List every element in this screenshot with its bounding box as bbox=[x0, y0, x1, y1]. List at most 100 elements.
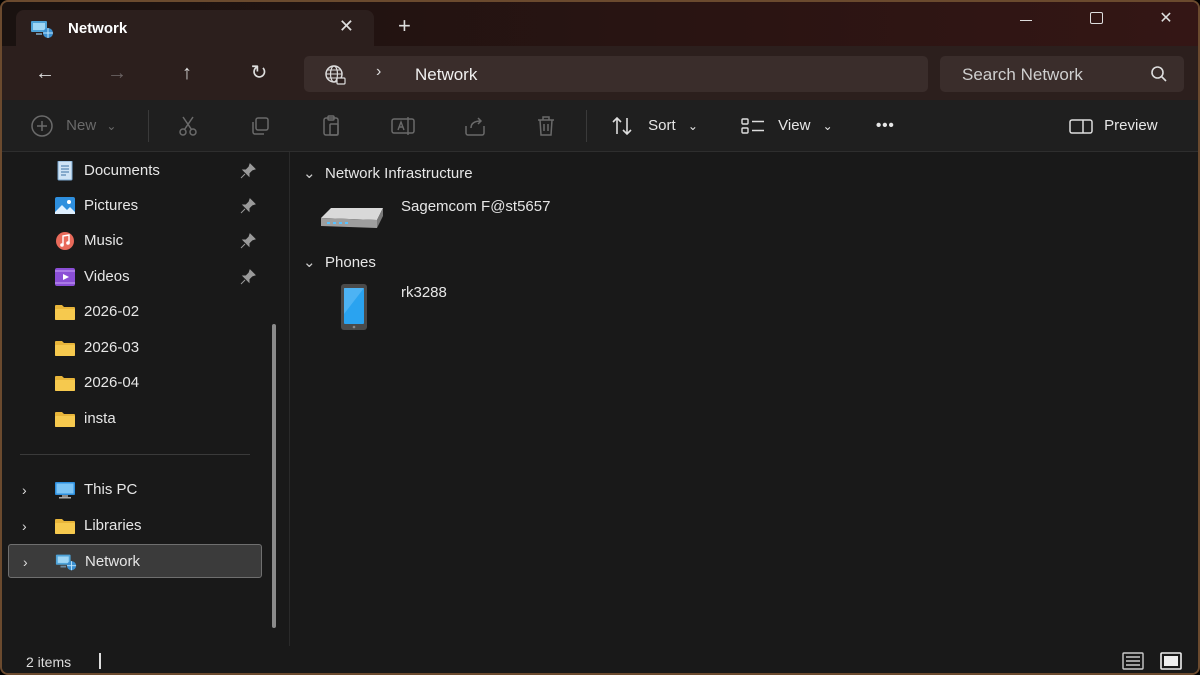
sidebar-item-libraries[interactable]: › Libraries bbox=[2, 509, 262, 543]
item-name: Sagemcom F@st5657 bbox=[401, 198, 551, 215]
sidebar-scrollbar[interactable] bbox=[272, 324, 276, 628]
command-bar: New ⌄ Sort ⌄ View ⌄ ••• Preview bbox=[2, 100, 1198, 152]
sidebar-item-label: insta bbox=[84, 410, 116, 427]
sidebar-item-label: 2026-04 bbox=[84, 374, 140, 391]
scissors-icon bbox=[179, 116, 197, 136]
status-divider bbox=[99, 653, 101, 669]
videos-icon bbox=[55, 268, 75, 286]
search-placeholder: Search Network bbox=[962, 65, 1083, 84]
group-header-label: Network Infrastructure bbox=[325, 165, 473, 182]
toolbar-divider bbox=[586, 110, 587, 142]
status-bar: 2 items bbox=[2, 646, 1198, 673]
tab-network[interactable]: Network ✕ bbox=[16, 10, 374, 48]
item-count: 2 items bbox=[26, 654, 72, 670]
search-input[interactable]: Search Network bbox=[940, 56, 1184, 92]
preview-button[interactable]: Preview bbox=[1068, 114, 1158, 138]
this-pc-icon bbox=[55, 482, 75, 499]
sort-button[interactable]: Sort ⌄ bbox=[610, 114, 698, 138]
title-bar: Network ✕ + ✕ bbox=[2, 2, 1198, 48]
details-view-icon[interactable] bbox=[1122, 652, 1144, 670]
sort-label: Sort bbox=[648, 117, 676, 134]
preview-pane-icon bbox=[1069, 119, 1093, 134]
refresh-button[interactable]: ↻ bbox=[244, 60, 274, 86]
breadcrumb-chevron-icon[interactable]: › bbox=[376, 63, 381, 81]
expand-chevron-icon[interactable]: › bbox=[22, 509, 27, 543]
sidebar-item-pictures[interactable]: Pictures bbox=[2, 189, 262, 223]
sidebar-item-music[interactable]: Music bbox=[2, 224, 262, 258]
sidebar-item-documents[interactable]: Documents bbox=[2, 154, 262, 188]
sort-icon bbox=[612, 116, 632, 136]
up-button[interactable]: ↑ bbox=[172, 60, 202, 86]
group-header-network-infrastructure[interactable]: ⌄ Network Infrastructure bbox=[303, 164, 473, 182]
item-name: rk3288 bbox=[401, 284, 447, 301]
rename-icon bbox=[391, 117, 415, 136]
minimize-button[interactable] bbox=[1006, 8, 1046, 32]
group-header-phones[interactable]: ⌄ Phones bbox=[303, 253, 376, 271]
forward-button[interactable]: → bbox=[102, 60, 132, 86]
pin-icon[interactable] bbox=[240, 269, 256, 285]
sidebar-item-label: 2026-02 bbox=[84, 303, 140, 320]
sidebar-item-2026-03[interactable]: 2026-03 bbox=[2, 331, 262, 365]
sidebar-item-videos[interactable]: Videos bbox=[2, 260, 262, 294]
sidebar-divider bbox=[20, 454, 250, 455]
delete-button[interactable] bbox=[534, 114, 558, 138]
view-icon bbox=[741, 118, 764, 134]
cut-button[interactable] bbox=[176, 114, 200, 138]
pin-icon[interactable] bbox=[240, 163, 256, 179]
libraries-icon bbox=[55, 519, 75, 534]
globe-icon bbox=[325, 65, 346, 85]
clipboard-icon bbox=[323, 115, 339, 136]
share-icon bbox=[465, 117, 485, 136]
phone-icon bbox=[341, 284, 367, 330]
chevron-down-icon: ⌄ bbox=[106, 119, 117, 133]
share-button[interactable] bbox=[462, 114, 488, 138]
view-label: View bbox=[778, 117, 811, 134]
toolbar-divider bbox=[148, 110, 149, 142]
breadcrumb-network[interactable]: Network bbox=[415, 65, 477, 85]
folder-icon bbox=[55, 305, 75, 320]
paste-button[interactable] bbox=[319, 114, 343, 138]
tiles-view-icon[interactable] bbox=[1160, 652, 1182, 670]
sidebar-item-label: Documents bbox=[84, 162, 160, 179]
address-bar-row: ← → ↑ ↻ › Network Search Network bbox=[2, 46, 1198, 100]
sidebar-item-label: Pictures bbox=[84, 197, 139, 214]
new-label: New bbox=[66, 117, 97, 134]
sidebar-item-2026-02[interactable]: 2026-02 bbox=[2, 295, 262, 329]
maximize-icon bbox=[1089, 12, 1103, 24]
maximize-button[interactable] bbox=[1076, 8, 1116, 32]
pin-icon[interactable] bbox=[240, 233, 256, 249]
folder-icon bbox=[55, 376, 75, 391]
folder-icon bbox=[55, 412, 75, 427]
sidebar-item-label: Network bbox=[85, 553, 141, 570]
address-input[interactable]: › Network bbox=[304, 56, 928, 92]
new-tab-button[interactable]: + bbox=[398, 15, 411, 37]
more-options-button[interactable]: ••• bbox=[876, 114, 895, 138]
sidebar-item-insta[interactable]: insta bbox=[2, 402, 262, 436]
view-button[interactable]: View ⌄ bbox=[740, 114, 833, 138]
sidebar-item-label: Music bbox=[84, 232, 124, 249]
copy-button[interactable] bbox=[248, 114, 272, 138]
back-button[interactable]: ← bbox=[30, 60, 60, 86]
sidebar-item-2026-04[interactable]: 2026-04 bbox=[2, 366, 262, 400]
close-window-button[interactable]: ✕ bbox=[1146, 8, 1186, 32]
sidebar-item-label: Videos bbox=[84, 268, 130, 285]
list-item-sagemcom[interactable]: Sagemcom F@st5657 bbox=[317, 198, 617, 254]
sidebar-item-label: 2026-03 bbox=[84, 339, 140, 356]
network-icon bbox=[55, 554, 77, 571]
rename-button[interactable] bbox=[390, 114, 416, 138]
expand-chevron-icon[interactable]: › bbox=[22, 473, 27, 507]
minimize-icon bbox=[1020, 20, 1032, 21]
preview-label: Preview bbox=[1104, 117, 1158, 134]
new-button[interactable]: New ⌄ bbox=[30, 114, 116, 138]
documents-icon bbox=[57, 161, 73, 181]
tab-title: Network bbox=[68, 20, 128, 37]
search-icon bbox=[1151, 66, 1167, 82]
expand-chevron-icon[interactable]: › bbox=[23, 545, 28, 579]
close-tab-icon[interactable]: ✕ bbox=[339, 16, 354, 37]
list-item-rk3288[interactable]: rk3288 bbox=[317, 284, 617, 340]
file-explorer-window: Network ✕ + ✕ ← → ↑ ↻ › Network Search N… bbox=[0, 0, 1200, 675]
sidebar-item-network[interactable]: › Network bbox=[8, 544, 262, 578]
pin-icon[interactable] bbox=[240, 198, 256, 214]
collapse-chevron-icon: ⌄ bbox=[303, 165, 316, 182]
sidebar-item-this-pc[interactable]: › This PC bbox=[2, 473, 262, 507]
